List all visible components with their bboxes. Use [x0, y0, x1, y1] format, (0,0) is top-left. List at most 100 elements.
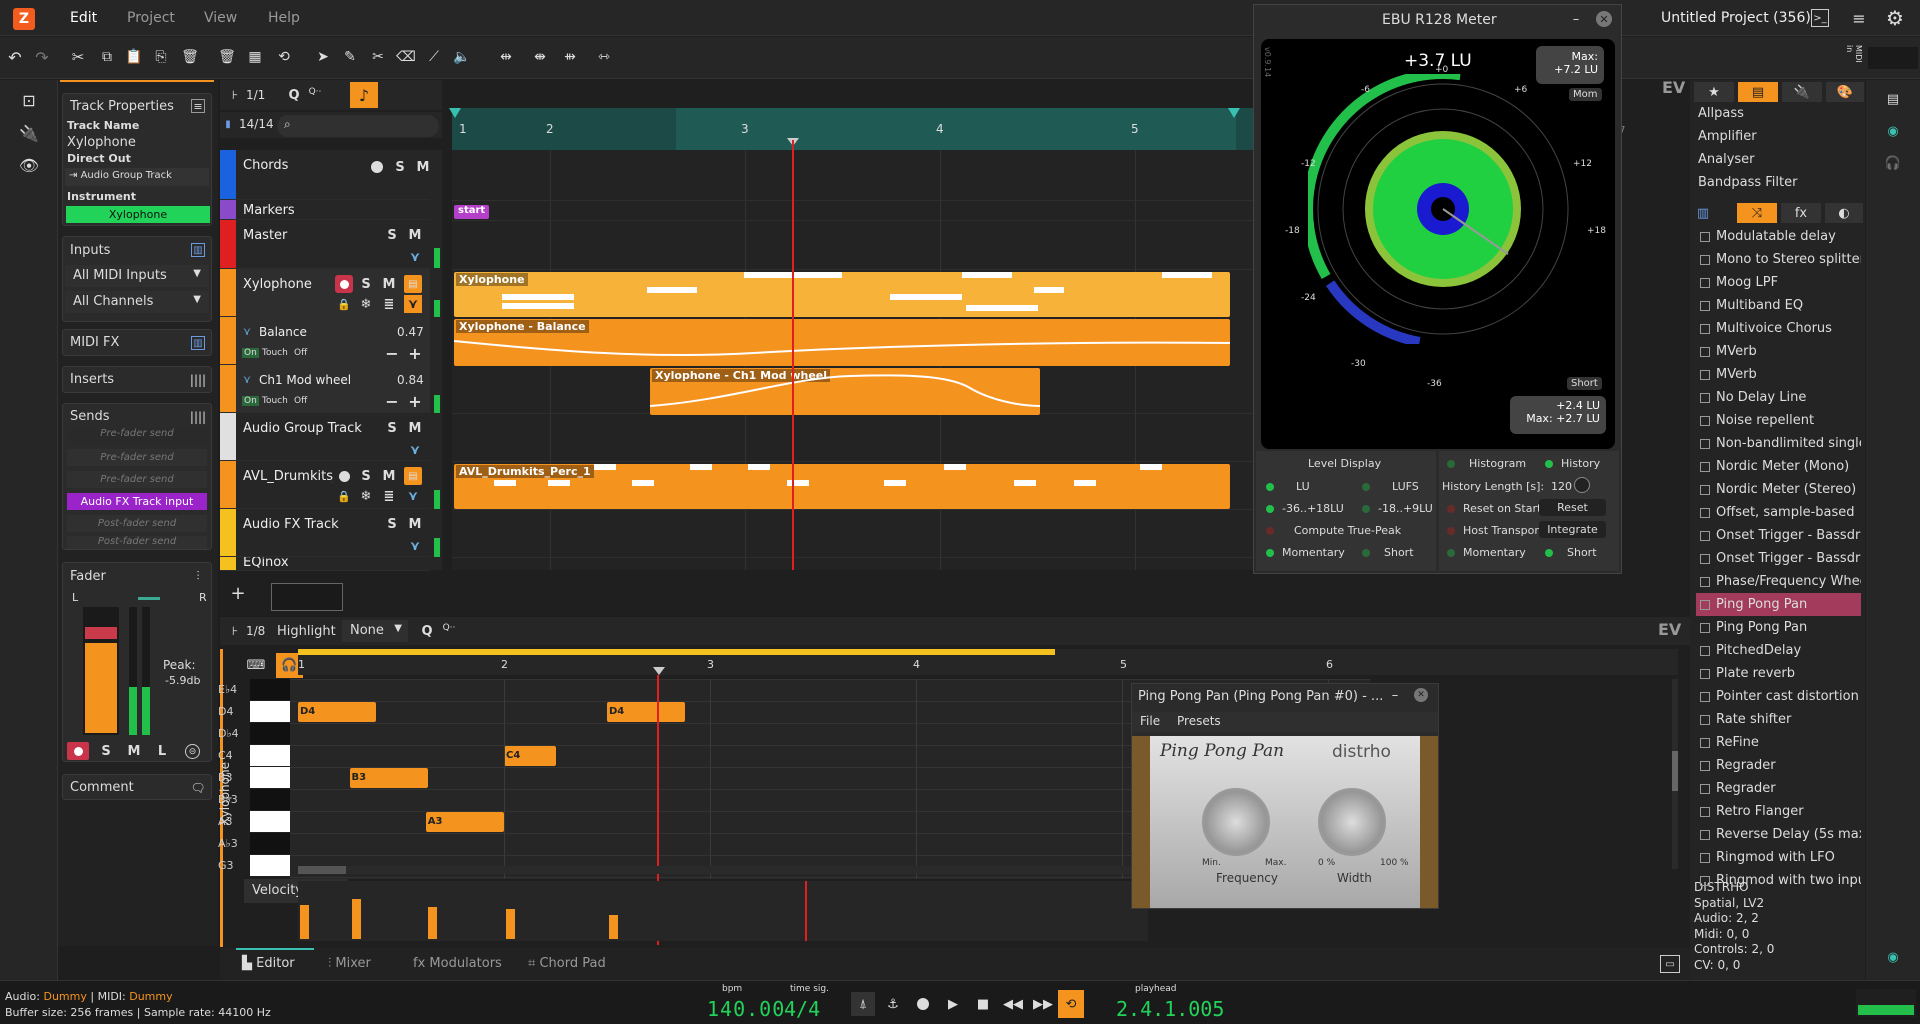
- checkbox-icon[interactable]: [1700, 507, 1710, 518]
- piano-roll-note[interactable]: B3: [349, 768, 428, 788]
- paste-icon[interactable]: 📋: [124, 47, 144, 67]
- comment-box[interactable]: Comment 🗨: [62, 774, 212, 800]
- true-peak-option[interactable]: Compute True-Peak: [1266, 524, 1401, 537]
- checkbox-icon[interactable]: [1700, 783, 1710, 794]
- momentary-option[interactable]: Momentary: [1266, 546, 1345, 559]
- track-name-value[interactable]: Xylophone: [67, 135, 136, 150]
- lock-icon[interactable]: 🔒: [335, 295, 353, 313]
- automation-value[interactable]: 0.84: [397, 373, 424, 387]
- checkbox-icon[interactable]: [1700, 300, 1710, 311]
- checkbox-icon[interactable]: [1700, 346, 1710, 357]
- musical-mode-button[interactable]: ♪: [350, 82, 378, 108]
- automation-value[interactable]: 0.47: [397, 325, 424, 339]
- instrument-ui-button[interactable]: ▤: [404, 275, 422, 293]
- checkbox-icon[interactable]: [1700, 530, 1710, 541]
- menu-view[interactable]: View: [204, 10, 237, 26]
- audio-filter-tab[interactable]: ⤨: [1737, 203, 1777, 223]
- lu-option[interactable]: LU: [1266, 480, 1310, 493]
- plugin-list-item[interactable]: Multiband EQ: [1696, 294, 1861, 317]
- midi-in-icon[interactable]: MIDI in: [1845, 45, 1863, 71]
- checkbox-icon[interactable]: [1700, 829, 1710, 840]
- checkbox-icon[interactable]: [1700, 438, 1710, 449]
- plugin-list-item[interactable]: MVerb: [1696, 363, 1861, 386]
- loop-start-marker[interactable]: [449, 108, 461, 118]
- plugin-list-item[interactable]: Retro Flanger: [1696, 800, 1861, 823]
- automation-off[interactable]: Off: [294, 348, 307, 358]
- plugin-list-item[interactable]: MVerb: [1696, 340, 1861, 363]
- mute-button[interactable]: M: [380, 275, 398, 293]
- mute-button[interactable]: M: [406, 419, 424, 437]
- highlight-select[interactable]: None ▼: [342, 620, 408, 642]
- plugins-tab[interactable]: ▤: [1738, 82, 1778, 102]
- mute-button[interactable]: M: [406, 226, 424, 244]
- region-modwheel[interactable]: Xylophone - Ch1 Mod wheel: [650, 368, 1040, 415]
- plugin-list-item[interactable]: Modulatable delay: [1696, 225, 1861, 248]
- midi-channels-select[interactable]: All Channels ▼: [65, 291, 209, 313]
- track-drumkits[interactable]: AVL_Drumkits_Perc_1 S M ▤ 🔒 ❄ ≣ ⋎: [220, 461, 430, 509]
- checkbox-icon[interactable]: [1700, 875, 1710, 886]
- plugin-list-item[interactable]: Ping Pong Pan: [1696, 593, 1861, 616]
- plugin-list-item[interactable]: Phase/Frequency Wheel: [1696, 570, 1861, 593]
- detach-panel-icon[interactable]: ▭: [1660, 955, 1680, 973]
- plugin-list-item[interactable]: Ping Pong Pan: [1696, 616, 1861, 639]
- listen-button[interactable]: L: [153, 742, 171, 760]
- timesig-value[interactable]: 4/4: [784, 997, 820, 1021]
- checkbox-icon[interactable]: [1700, 277, 1710, 288]
- piano-roll-note[interactable]: D4: [607, 702, 686, 722]
- solo-button[interactable]: S: [383, 226, 401, 244]
- tab-mixer[interactable]: ⫶ Mixer: [328, 956, 371, 971]
- send-slot[interactable]: Pre-fader send: [67, 428, 207, 443]
- checkbox-icon[interactable]: [1700, 461, 1710, 472]
- remove-automation-icon[interactable]: −: [383, 344, 401, 363]
- plugin-list-item[interactable]: Regrader: [1696, 754, 1861, 777]
- clear-icon[interactable]: 🗑: [217, 47, 237, 67]
- plugin-list-item[interactable]: Plate reverb: [1696, 662, 1861, 685]
- automation-icon[interactable]: ⋎: [406, 441, 424, 459]
- phase-icon[interactable]: ⊝: [185, 744, 200, 759]
- solo-button[interactable]: S: [357, 275, 375, 293]
- automation-icon[interactable]: ⋎: [406, 537, 424, 555]
- remove-automation-icon[interactable]: −: [383, 392, 401, 411]
- rewind-button[interactable]: ◀◀: [1001, 992, 1025, 1016]
- piano-key[interactable]: [250, 679, 290, 700]
- checkbox-icon[interactable]: [1700, 576, 1710, 587]
- track-xylophone[interactable]: Xylophone S M ▤ 🔒 ❄ ≣ ⋎: [220, 269, 430, 317]
- plugin-list-item[interactable]: Ringmod with LFO: [1696, 846, 1861, 869]
- record-transport-button[interactable]: [911, 992, 935, 1016]
- track-chords[interactable]: Chords S M: [220, 150, 430, 200]
- plugin-list-item[interactable]: No Delay Line: [1696, 386, 1861, 409]
- checkbox-icon[interactable]: [1700, 254, 1710, 265]
- checkbox-icon[interactable]: [1700, 553, 1710, 564]
- pingpong-file-menu[interactable]: File: [1140, 714, 1160, 728]
- automation-touch[interactable]: Touch: [262, 396, 288, 406]
- plugin-list-item[interactable]: Multivoice Chorus: [1696, 317, 1861, 340]
- editor-snap-value[interactable]: 1/8: [246, 624, 265, 638]
- reset-button[interactable]: Reset: [1539, 499, 1606, 516]
- automation-touch[interactable]: Touch: [262, 348, 288, 358]
- quantize-options-icon[interactable]: Q··: [442, 621, 456, 635]
- plugin-list-item[interactable]: Moog LPF: [1696, 271, 1861, 294]
- lanes-icon[interactable]: ≣: [380, 295, 398, 313]
- lanes-icon[interactable]: ≣: [380, 487, 398, 505]
- zoom-original-icon[interactable]: ⇿: [594, 47, 614, 67]
- add-automation-icon[interactable]: +: [406, 344, 424, 363]
- checkbox-icon[interactable]: [1700, 484, 1710, 495]
- comment-icon[interactable]: 🗨: [189, 780, 207, 796]
- track-audio-fx[interactable]: Audio FX Track S M ⋎: [220, 509, 430, 557]
- plugin-list-item[interactable]: Offset, sample-based: [1696, 501, 1861, 524]
- instruments-tab[interactable]: 🔌: [1782, 82, 1822, 102]
- fx-filter-tab[interactable]: fx: [1781, 203, 1821, 223]
- velocity-lane[interactable]: [298, 881, 1148, 941]
- region-balance[interactable]: Xylophone - Balance: [454, 319, 1230, 366]
- midi-inputs-select[interactable]: All MIDI Inputs ▼: [65, 265, 209, 287]
- piano-roll-note[interactable]: A3: [425, 812, 504, 832]
- automation-off[interactable]: Off: [294, 396, 307, 406]
- vertical-scrollbar[interactable]: [1672, 679, 1678, 869]
- track-eqinox[interactable]: EQinox: [220, 557, 430, 571]
- scroll-thumb[interactable]: [1672, 751, 1678, 791]
- menu-edit[interactable]: Edit: [70, 10, 97, 26]
- terminal-icon[interactable]: >_: [1811, 9, 1829, 27]
- select-all-icon[interactable]: ▦: [245, 47, 265, 67]
- track-search-input[interactable]: ⌕: [277, 115, 439, 137]
- pencil-tool-icon[interactable]: ✎: [340, 47, 360, 67]
